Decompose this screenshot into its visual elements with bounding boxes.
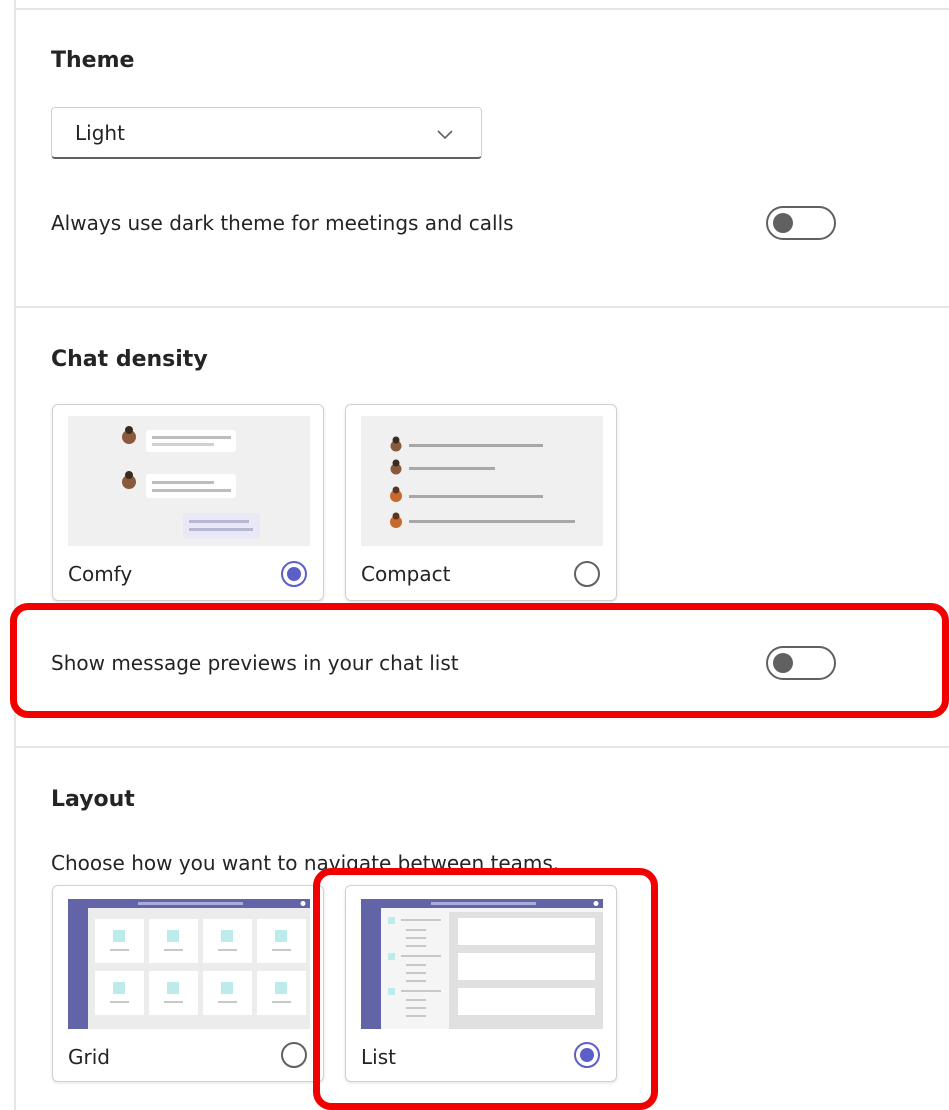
top-divider — [16, 8, 949, 10]
message-previews-toggle[interactable] — [766, 646, 836, 680]
density-divider — [16, 746, 949, 748]
grid-preview — [68, 899, 310, 1029]
chevron-down-icon — [437, 130, 453, 140]
message-previews-label: Show message previews in your chat list — [51, 651, 459, 675]
dark-meetings-label: Always use dark theme for meetings and c… — [51, 211, 514, 235]
density-option-compact[interactable]: Compact — [345, 404, 617, 601]
layout-heading: Layout — [51, 787, 135, 812]
theme-heading: Theme — [51, 48, 135, 73]
comfy-preview-illustration — [122, 426, 260, 539]
compact-label: Compact — [361, 562, 451, 586]
toggle-knob — [773, 653, 793, 673]
compact-preview-illustration — [390, 436, 575, 528]
left-border — [14, 0, 16, 1110]
dark-meetings-toggle[interactable] — [766, 206, 836, 240]
theme-divider — [16, 306, 949, 308]
theme-dropdown-value: Light — [75, 121, 125, 145]
chat-density-heading: Chat density — [51, 347, 208, 372]
grid-label: Grid — [68, 1045, 110, 1069]
comfy-radio[interactable] — [281, 561, 307, 587]
toggle-knob — [773, 213, 793, 233]
grid-preview-illustration — [68, 899, 310, 1029]
theme-dropdown[interactable]: Light — [51, 107, 482, 159]
density-option-comfy[interactable]: Comfy — [52, 404, 324, 601]
highlight-box-list — [313, 868, 658, 1110]
comfy-preview — [68, 416, 310, 546]
compact-preview — [361, 416, 603, 546]
grid-radio[interactable] — [281, 1042, 307, 1068]
layout-option-grid[interactable]: Grid — [52, 885, 324, 1082]
compact-radio[interactable] — [574, 561, 600, 587]
comfy-label: Comfy — [68, 562, 133, 586]
